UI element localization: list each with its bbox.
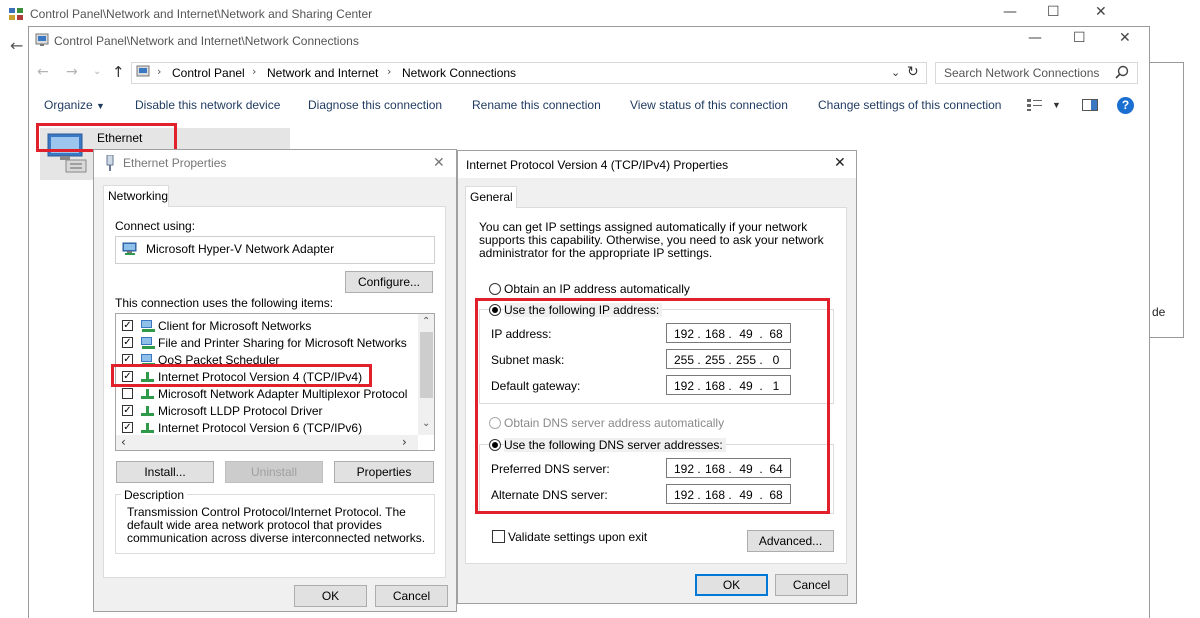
scroll-left-icon[interactable]: ‹ [121,435,126,449]
address-dropdown-icon[interactable]: ⌄ [891,66,900,79]
search-icon[interactable] [1115,65,1129,79]
checkbox[interactable]: ✓ [122,422,133,433]
ok-button[interactable]: OK [695,574,768,596]
list-item-label: Microsoft LLDP Protocol Driver [158,404,323,418]
checkbox[interactable]: ✓ [122,337,133,348]
recent-dropdown-icon[interactable]: ⌄ [93,66,101,77]
scroll-down-icon[interactable]: ⌄ [422,418,430,429]
checkbox[interactable]: ✓ [122,320,133,331]
list-item[interactable]: ✓ Client for Microsoft Networks [122,318,422,335]
help-icon[interactable]: ? [1117,97,1134,114]
highlight-box-ethernet [36,123,177,152]
forward-icon[interactable]: → [66,64,78,80]
tab-networking-cover [104,205,168,207]
cancel-button[interactable]: Cancel [775,574,848,596]
organize-label: Organize [44,98,93,112]
advanced-button[interactable]: Advanced... [747,530,834,552]
back-icon[interactable]: ← [37,64,49,80]
up-icon[interactable]: ↑ [112,63,125,81]
scrollbar-thumb[interactable] [420,332,433,398]
control-panel-icon [9,8,23,21]
list-item-label: Microsoft Network Adapter Multiplexor Pr… [158,387,408,401]
protocol-icon [140,421,154,433]
obtain-ip-auto-radio[interactable] [489,283,501,295]
minimize-button[interactable]: — [1028,30,1042,46]
breadcrumb-network-connections[interactable]: Network Connections [402,66,516,80]
breadcrumb-separator-icon: › [157,65,162,78]
breadcrumb-network-and-internet[interactable]: Network and Internet [267,66,378,80]
adapter-name: Microsoft Hyper-V Network Adapter [146,242,335,256]
close-button[interactable]: ✕ [1095,4,1107,20]
organize-menu[interactable]: Organize ▼ [44,98,105,112]
breadcrumb-separator-icon: › [252,65,257,78]
vertical-scrollbar[interactable]: ⌃ ⌄ [418,314,434,435]
highlight-box-static-ip-settings [475,298,830,514]
horizontal-scrollbar[interactable]: ‹ › [116,435,418,450]
ipv4-properties-title: Internet Protocol Version 4 (TCP/IPv4) P… [466,158,729,172]
close-button[interactable]: ✕ [834,155,846,171]
network-connections-title: Control Panel\Network and Internet\Netwo… [54,34,359,48]
breadcrumb-separator-icon: › [387,65,392,78]
ethernet-properties-icon [104,154,116,171]
properties-button[interactable]: Properties [334,461,434,483]
list-item-label: Internet Protocol Version 6 (TCP/IPv6) [158,421,363,435]
list-item[interactable]: Microsoft Network Adapter Multiplexor Pr… [122,386,422,403]
rename-button[interactable]: Rename this connection [472,98,601,112]
breadcrumb-control-panel[interactable]: Control Panel [172,66,245,80]
install-button[interactable]: Install... [116,461,214,483]
cancel-button[interactable]: Cancel [375,585,448,607]
tab-general[interactable]: General [465,186,517,208]
items-label: This connection uses the following items… [115,296,334,310]
diagnose-button[interactable]: Diagnose this connection [308,98,442,112]
address-bar[interactable] [131,62,927,84]
address-folder-icon [136,65,150,79]
scroll-right-icon[interactable]: › [402,435,407,449]
ethernet-properties-title: Ethernet Properties [123,156,227,170]
list-item-label: Client for Microsoft Networks [158,319,312,333]
intro-text: You can get IP settings assigned automat… [479,220,824,260]
validate-label[interactable]: Validate settings upon exit [508,530,647,544]
checkbox[interactable] [122,388,133,399]
validate-checkbox[interactable] [492,530,505,543]
protocol-icon [140,387,154,399]
sharing-center-pane [1150,62,1184,338]
view-dropdown-icon[interactable]: ▼ [1052,100,1061,110]
configure-button[interactable]: Configure... [345,271,433,293]
network-folder-icon [35,33,49,47]
uninstall-button[interactable]: Uninstall [225,461,323,483]
sharing-center-partial-text: de [1152,305,1166,319]
connect-using-label: Connect using: [115,219,196,233]
network-adapter-icon [122,242,138,256]
sharing-center-title: Control Panel\Network and Internet\Netwo… [30,7,373,21]
list-item[interactable]: ✓ File and Printer Sharing for Microsoft… [122,335,422,352]
obtain-ip-auto-label[interactable]: Obtain an IP address automatically [504,282,690,296]
highlight-box-ipv4-item [111,364,372,387]
view-status-button[interactable]: View status of this connection [630,98,788,112]
description-label: Description [121,488,188,502]
ok-button[interactable]: OK [294,585,367,607]
list-item-label: File and Printer Sharing for Microsoft N… [158,336,407,350]
tab-general-cover [466,206,516,208]
change-settings-button[interactable]: Change settings of this connection [818,98,1001,112]
maximize-button[interactable]: ☐ [1073,30,1086,46]
protocol-icon [140,404,154,416]
description-text: Transmission Control Protocol/Internet P… [127,505,426,545]
disable-device-button[interactable]: Disable this network device [135,98,280,112]
search-placeholder: Search Network Connections [944,66,1100,80]
maximize-button[interactable]: ☐ [1047,4,1060,20]
list-item[interactable]: ✓ Microsoft LLDP Protocol Driver [122,403,422,420]
checkbox[interactable]: ✓ [122,405,133,416]
view-options-icon[interactable] [1027,99,1043,111]
tab-networking[interactable]: Networking [103,185,169,207]
refresh-icon[interactable]: ↻ [907,64,919,80]
close-button[interactable]: ✕ [433,155,445,171]
back-arrow-icon[interactable]: ← [10,36,23,55]
preview-pane-icon[interactable] [1082,99,1098,111]
network-client-icon [140,336,155,349]
close-button[interactable]: ✕ [1119,30,1131,46]
network-client-icon [140,319,155,332]
scroll-up-icon[interactable]: ⌃ [422,316,430,327]
minimize-button[interactable]: — [1003,4,1017,20]
chevron-down-icon: ▼ [96,101,105,111]
